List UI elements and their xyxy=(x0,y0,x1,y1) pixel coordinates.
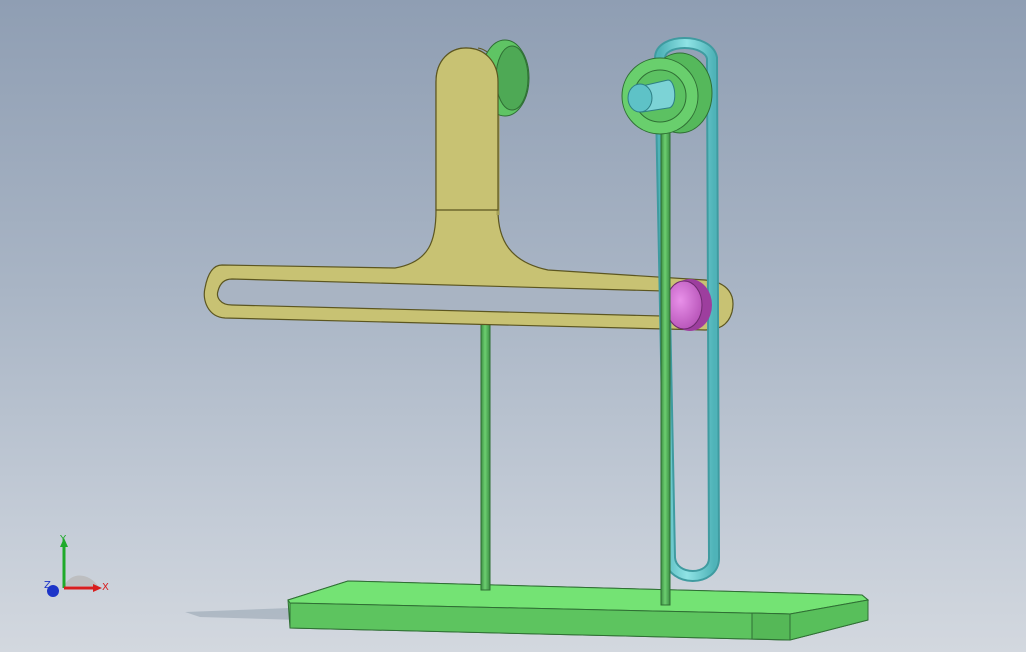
right-pulley[interactable] xyxy=(621,52,713,135)
axis-label-x: X xyxy=(102,582,109,593)
drive-pin[interactable] xyxy=(665,279,712,331)
slotted-arm-top xyxy=(435,47,499,211)
base-shadow xyxy=(185,608,300,620)
right-rod[interactable] xyxy=(660,129,671,606)
cad-model-scene[interactable] xyxy=(0,0,1026,652)
graphics-viewport[interactable]: Y X Z xyxy=(0,0,1026,652)
axis-label-y: Y xyxy=(59,534,67,545)
left-rod[interactable] xyxy=(480,281,491,591)
base-plate[interactable] xyxy=(287,580,870,641)
coordinate-triad: Y X Z xyxy=(44,534,109,597)
axis-label-z: Z xyxy=(44,580,51,591)
